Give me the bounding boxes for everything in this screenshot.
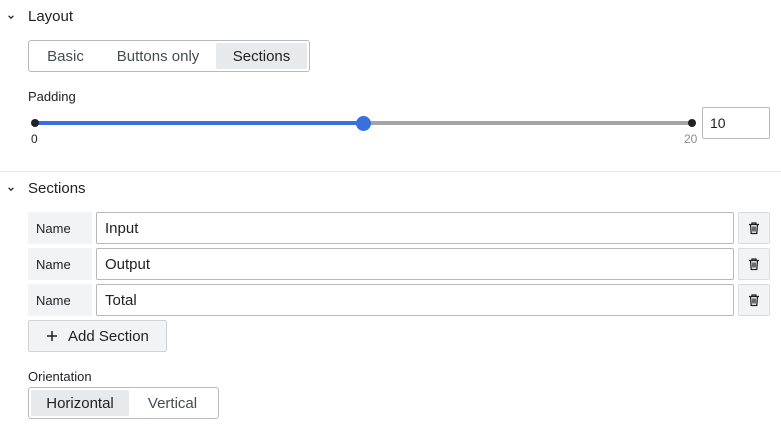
- layout-option-basic[interactable]: Basic: [31, 43, 100, 69]
- orientation-label: Orientation: [28, 369, 92, 384]
- orientation-option-vertical[interactable]: Vertical: [129, 390, 216, 416]
- delete-section-button[interactable]: [738, 284, 770, 316]
- trash-icon: [747, 257, 761, 271]
- section-name-input[interactable]: Total: [96, 284, 734, 316]
- layout-option-buttons-only[interactable]: Buttons only: [100, 43, 216, 69]
- section-name-input[interactable]: Output: [96, 248, 734, 280]
- padding-max-label: 20: [684, 132, 698, 146]
- delete-section-button[interactable]: [738, 248, 770, 280]
- padding-number-input[interactable]: 10: [702, 107, 770, 139]
- layout-option-sections[interactable]: Sections: [216, 43, 307, 69]
- orientation-radio-group: Horizontal Vertical: [28, 387, 219, 419]
- slider-max-dot: [688, 119, 696, 127]
- trash-icon: [747, 221, 761, 235]
- padding-slider-thumb[interactable]: [356, 116, 371, 131]
- padding-label: Padding: [28, 89, 76, 104]
- padding-min-label: 0: [31, 132, 38, 146]
- layout-section-header[interactable]: Layout: [0, 5, 781, 29]
- slider-min-dot: [31, 119, 39, 127]
- section-row-name-label: Name: [28, 284, 92, 316]
- trash-icon: [747, 293, 761, 307]
- section-name-input[interactable]: Input: [96, 212, 734, 244]
- section-divider: [0, 171, 781, 172]
- section-row-name-label: Name: [28, 212, 92, 244]
- chevron-down-icon[interactable]: [6, 184, 16, 194]
- delete-section-button[interactable]: [738, 212, 770, 244]
- plus-icon: [46, 330, 58, 342]
- layout-radio-group: Basic Buttons only Sections: [28, 40, 310, 72]
- layout-section-title: Layout: [28, 8, 74, 25]
- section-row-name-label: Name: [28, 248, 92, 280]
- sections-section-header[interactable]: Sections: [0, 177, 781, 201]
- add-section-button[interactable]: Add Section: [28, 320, 167, 352]
- padding-slider-fill: [35, 121, 364, 125]
- add-section-label: Add Section: [68, 327, 149, 345]
- orientation-option-horizontal[interactable]: Horizontal: [31, 390, 129, 416]
- sections-section-title: Sections: [28, 180, 86, 197]
- chevron-down-icon[interactable]: [6, 12, 16, 22]
